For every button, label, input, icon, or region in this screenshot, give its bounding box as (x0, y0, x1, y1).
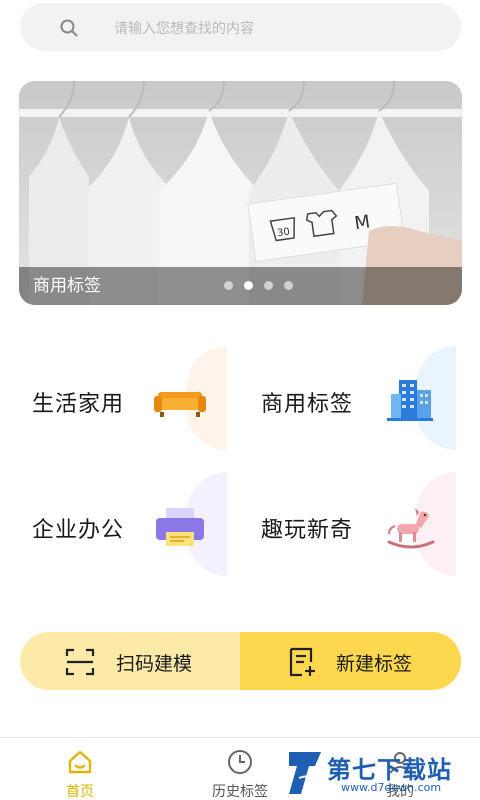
tab-home[interactable]: 首页 (20, 738, 140, 800)
tab-history[interactable]: 历史标签 (180, 738, 300, 800)
new-label-label: 新建标签 (336, 653, 413, 675)
search-placeholder[interactable]: 请输入您想查找的内容 (114, 18, 254, 38)
category-label: 生活家用 (32, 392, 125, 417)
category-commercial-label[interactable]: 商用标签 (253, 346, 456, 450)
banner-carousel[interactable]: 30 M 商用标签 (19, 81, 462, 305)
search-icon (60, 19, 78, 37)
carousel-indicator[interactable] (224, 281, 293, 290)
watermark-text: 第七下载站 (327, 756, 452, 784)
watermark-logo-icon (289, 752, 321, 794)
rocking-horse-icon (387, 508, 435, 549)
scan-icon (65, 648, 95, 676)
scan-model-label: 扫码建模 (116, 653, 193, 675)
new-label-icon (289, 647, 315, 677)
sofa-icon (154, 392, 206, 417)
watermark-url: www.d7down.com (341, 781, 442, 794)
watermark: 第七下载站 www.d7down.com (285, 748, 480, 800)
scan-model-button[interactable]: 扫码建模 (20, 632, 240, 690)
action-bar: 扫码建模 新建标签 (20, 632, 461, 690)
new-label-button[interactable]: 新建标签 (240, 632, 461, 690)
category-label: 商用标签 (261, 392, 354, 417)
banner-caption: 商用标签 (33, 276, 101, 296)
carousel-dot[interactable] (264, 281, 273, 290)
tab-label: 历史标签 (212, 784, 268, 800)
tag-wash-text: 30 (277, 227, 291, 240)
search-bar[interactable]: 请输入您想查找的内容 (20, 3, 461, 51)
category-home-living[interactable]: 生活家用 (24, 346, 227, 450)
category-label: 企业办公 (32, 518, 125, 543)
category-office[interactable]: 企业办公 (24, 472, 227, 576)
category-label: 趣玩新奇 (261, 518, 354, 543)
carousel-dot-active[interactable] (244, 281, 253, 290)
home-icon (68, 750, 92, 774)
category-fun-novelty[interactable]: 趣玩新奇 (253, 472, 456, 576)
printer-icon (156, 508, 204, 546)
carousel-dot[interactable] (284, 281, 293, 290)
clock-icon (228, 750, 252, 774)
tag-size-text: M (353, 211, 371, 234)
building-icon (387, 380, 433, 421)
tab-label: 首页 (66, 784, 94, 800)
carousel-dot[interactable] (224, 281, 233, 290)
